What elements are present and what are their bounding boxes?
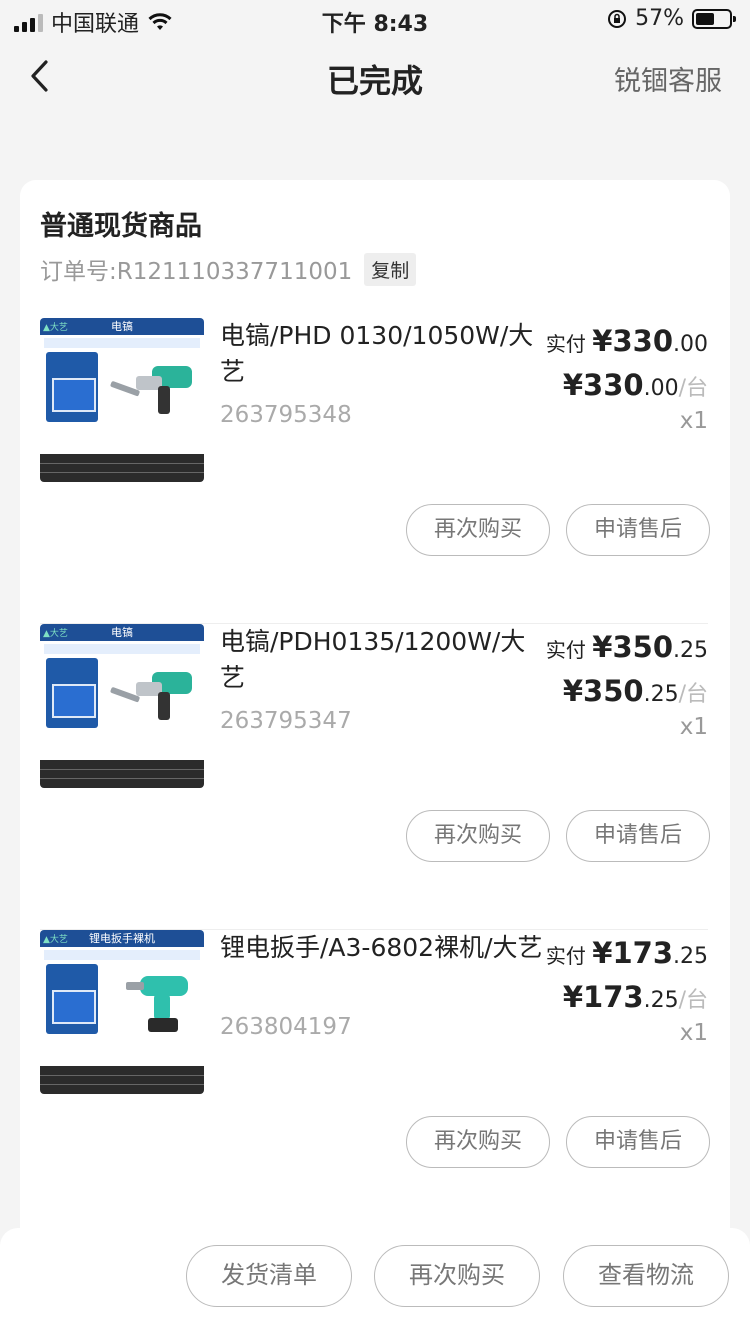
order-item[interactable]: 电镐 ▲大艺 电镐/PHD 0130/1050W/大艺 263795348 实付…: [20, 318, 730, 624]
order-type-title: 普通现货商品: [40, 211, 202, 242]
nav-bar: 已完成 锐锢客服: [0, 40, 750, 116]
product-image[interactable]: 锂电扳手裸机 ▲大艺: [40, 930, 204, 1094]
status-right: 57%: [607, 6, 736, 31]
rebuy-all-button[interactable]: 再次购买: [374, 1245, 540, 1307]
product-sku: 263795347: [220, 708, 352, 734]
image-subline: [44, 644, 200, 654]
after-sale-button[interactable]: 申请售后: [566, 810, 710, 862]
customer-service-link[interactable]: 锐锢客服: [614, 59, 722, 98]
rotary-hammer-icon: [110, 672, 192, 720]
spec-panel: [46, 658, 98, 728]
paid-label: 实付: [545, 944, 586, 968]
product-name[interactable]: 锂电扳手/A3-6802裸机/大艺: [220, 930, 550, 966]
battery-icon: [692, 8, 736, 29]
product-name[interactable]: 电镐/PDH0135/1200W/大艺: [220, 624, 550, 696]
spec-panel: [46, 964, 98, 1034]
quantity: x1: [679, 1020, 708, 1046]
brand-logo-icon: ▲大艺: [43, 629, 68, 639]
unit-price: ¥330.00/台: [563, 368, 708, 402]
paid-label: 实付: [545, 638, 586, 662]
order-number-row: 订单号:R121110337711001 复制: [40, 252, 417, 286]
unit-price-decimal: .25: [643, 988, 679, 1013]
paid-decimal: .25: [673, 944, 708, 969]
rotary-hammer-icon: [110, 366, 192, 414]
rebuy-button[interactable]: 再次购买: [406, 504, 550, 556]
brand-logo-icon: ▲大艺: [43, 935, 68, 945]
product-image[interactable]: 电镐 ▲大艺: [40, 624, 204, 788]
brand-logo-icon: ▲大艺: [43, 323, 68, 333]
battery-percent: 57%: [635, 6, 684, 31]
paid-amount: 实付 ¥330.00: [546, 324, 708, 358]
order-card: 普通现货商品 订单号:R121110337711001 复制 电镐 ▲大艺 电镐…: [20, 180, 730, 1333]
unit-price-integer: ¥350: [562, 674, 644, 708]
view-logistics-button[interactable]: 查看物流: [563, 1245, 729, 1307]
spec-table: [40, 1066, 204, 1094]
spec-table: [40, 760, 204, 788]
unit-price-decimal: .25: [643, 682, 679, 707]
unit-price: ¥173.25/台: [563, 980, 708, 1014]
status-bar: 中国联通 下午 8:43 57%: [0, 0, 750, 40]
paid-amount: 实付 ¥173.25: [546, 936, 708, 970]
quantity: x1: [679, 714, 708, 740]
order-item[interactable]: 锂电扳手裸机 ▲大艺 锂电扳手/A3-6802裸机/大艺 263804197 实…: [20, 930, 730, 1236]
spec-table: [40, 454, 204, 482]
bottom-action-bar: 发货清单 再次购买 查看物流: [0, 1228, 750, 1333]
paid-integer: ¥350: [592, 630, 673, 664]
image-subline: [44, 338, 200, 348]
paid-decimal: .00: [673, 332, 708, 357]
product-image[interactable]: 电镐 ▲大艺: [40, 318, 204, 482]
spec-panel: [46, 352, 98, 422]
rebuy-button[interactable]: 再次购买: [406, 810, 550, 862]
quantity: x1: [679, 408, 708, 434]
unit-price-decimal: .00: [643, 376, 679, 401]
product-sku: 263795348: [220, 402, 352, 428]
unit-label: /台: [678, 988, 708, 1013]
image-subline: [44, 950, 200, 960]
paid-decimal: .25: [673, 638, 708, 663]
after-sale-button[interactable]: 申请售后: [566, 504, 710, 556]
order-number: 订单号:R121110337711001: [40, 259, 353, 285]
rebuy-button[interactable]: 再次购买: [406, 1116, 550, 1168]
unit-price-integer: ¥330: [562, 368, 644, 402]
after-sale-button[interactable]: 申请售后: [566, 1116, 710, 1168]
product-name[interactable]: 电镐/PHD 0130/1050W/大艺: [220, 318, 550, 390]
unit-price: ¥350.25/台: [563, 674, 708, 708]
paid-integer: ¥330: [592, 324, 673, 358]
paid-label: 实付: [545, 332, 586, 356]
unit-label: /台: [678, 682, 708, 707]
unit-label: /台: [678, 376, 708, 401]
copy-button[interactable]: 复制: [364, 252, 417, 286]
order-item[interactable]: 电镐 ▲大艺 电镐/PDH0135/1200W/大艺 263795347 实付 …: [20, 624, 730, 930]
unit-price-integer: ¥173: [562, 980, 644, 1014]
paid-integer: ¥173: [592, 936, 673, 970]
paid-amount: 实付 ¥350.25: [546, 630, 708, 664]
rotation-lock-icon: [608, 9, 627, 28]
product-sku: 263804197: [220, 1014, 352, 1040]
shipping-list-button[interactable]: 发货清单: [186, 1245, 352, 1307]
impact-wrench-icon: [126, 976, 188, 1032]
